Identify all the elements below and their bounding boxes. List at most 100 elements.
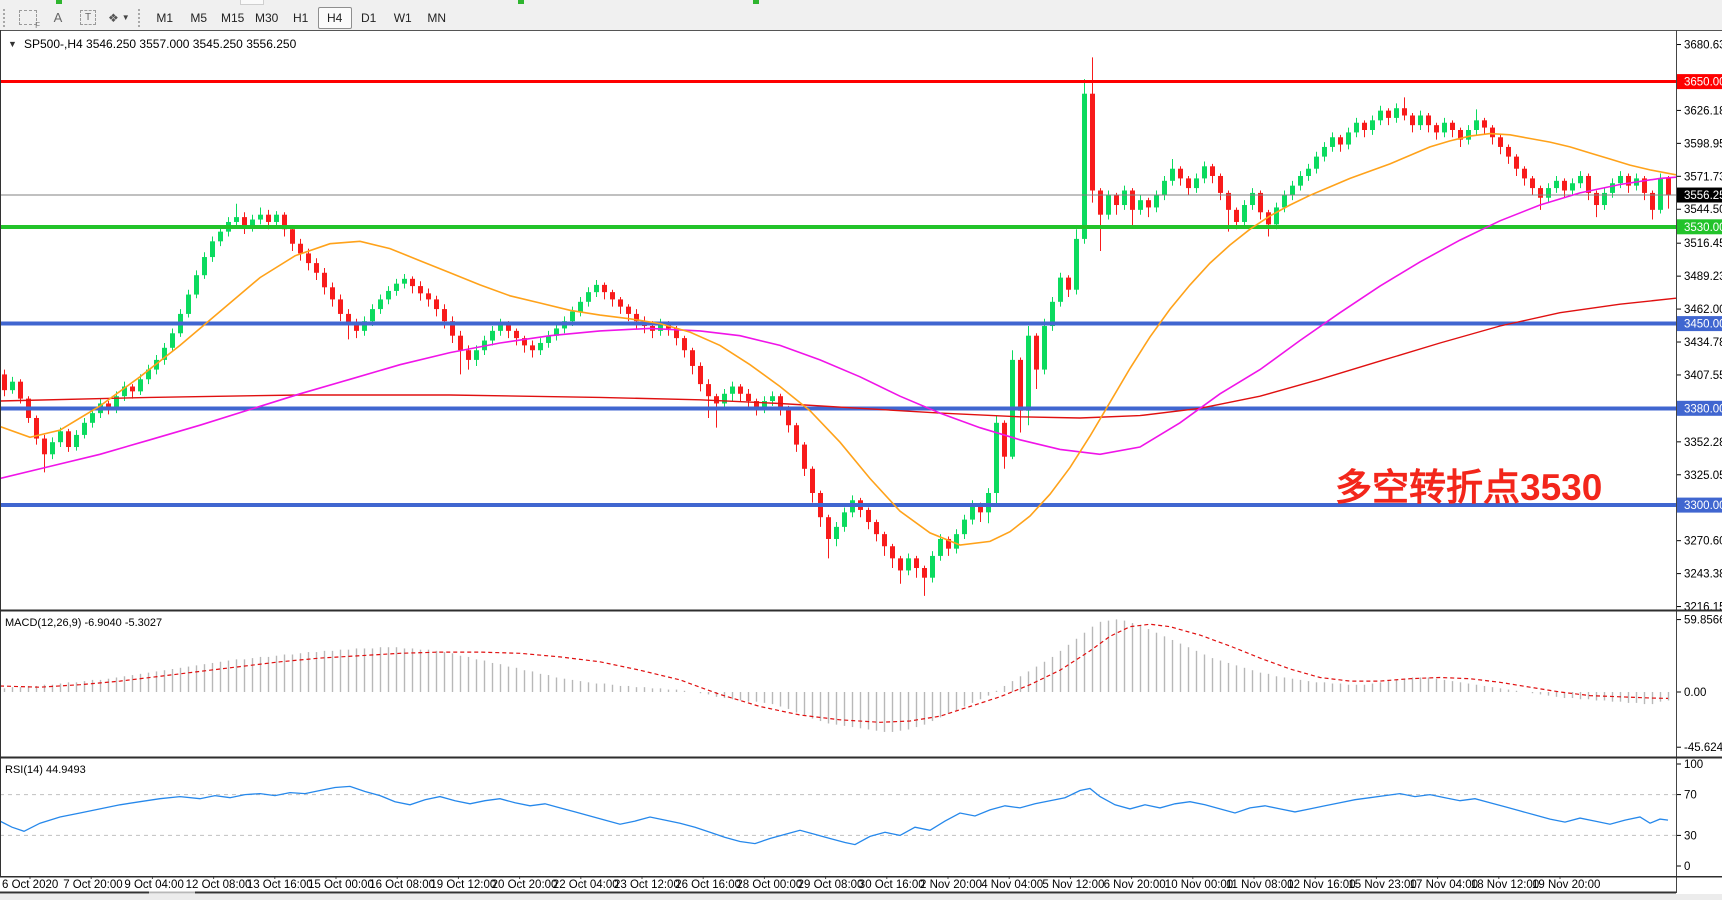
- bull-candle: [1154, 195, 1159, 207]
- bear-candle: [338, 299, 343, 314]
- bear-candle: [1186, 178, 1191, 188]
- bull-candle: [138, 379, 143, 391]
- bull-candle: [1658, 178, 1663, 209]
- bull-candle: [370, 309, 375, 321]
- date-label: 19 Nov 20:00: [1532, 879, 1600, 891]
- price-tick: 3680.630: [1684, 40, 1722, 52]
- tf-button-m1[interactable]: M1: [148, 7, 182, 29]
- bear-candle: [458, 336, 463, 351]
- candles: [2, 57, 1671, 595]
- bear-candle: [874, 522, 879, 534]
- text-tool-button[interactable]: A: [43, 7, 73, 29]
- rsi-pane[interactable]: RSI(14) 44.9493: [0, 764, 1676, 845]
- annotation-text-object[interactable]: 多空转折点3530: [1335, 467, 1602, 508]
- chevron-down-icon[interactable]: ▼: [122, 13, 130, 22]
- bear-candle: [410, 279, 415, 286]
- tf-button-h4-active[interactable]: H4: [318, 7, 352, 29]
- bull-candle: [722, 394, 727, 404]
- date-label: 17 Nov 04:00: [1410, 879, 1478, 891]
- bear-candle: [1434, 125, 1439, 132]
- bear-candle: [698, 366, 703, 384]
- price-tick: 3544.505: [1684, 204, 1722, 216]
- tf-button-m5[interactable]: M5: [182, 7, 216, 29]
- tf-button-h1[interactable]: H1: [284, 7, 318, 29]
- date-label: 9 Oct 04:00: [124, 879, 183, 891]
- price-axis: 3680.6303626.1803598.9553571.7303544.505…: [1676, 40, 1722, 873]
- bear-candle: [1490, 128, 1495, 138]
- bear-candle: [1530, 178, 1535, 188]
- text-label-tool-button[interactable]: T: [73, 7, 103, 29]
- candlestick-chart-svg[interactable]: 多空转折点3530 ▼ SP500-,H4 3546.250 3557.000 35…: [0, 30, 1722, 894]
- date-label: 2 Nov 20:00: [920, 879, 982, 891]
- bear-candle: [290, 229, 295, 244]
- price-tick: 3325.055: [1684, 470, 1722, 482]
- bull-candle: [1610, 183, 1615, 193]
- bull-candle: [770, 396, 775, 401]
- bear-candle: [298, 244, 303, 254]
- bull-candle: [1074, 239, 1079, 290]
- bear-candle: [266, 215, 271, 222]
- bull-candle: [1346, 132, 1351, 144]
- bull-candle: [386, 291, 391, 299]
- arrow-objects-button[interactable]: ❖ ▼: [103, 7, 135, 29]
- bull-candle: [1618, 176, 1623, 183]
- toolbar-grip[interactable]: [138, 9, 143, 27]
- macd-signal-line: [0, 624, 1668, 722]
- date-label: 10 Nov 00:00: [1165, 879, 1233, 891]
- bear-candle: [786, 408, 791, 425]
- bull-candle: [594, 285, 599, 292]
- bull-candle: [1394, 108, 1399, 118]
- collapse-arrow-icon[interactable]: ▼: [8, 39, 17, 49]
- tf-button-w1[interactable]: W1: [386, 7, 420, 29]
- price-tick: 3270.605: [1684, 536, 1722, 548]
- bear-candle: [1666, 178, 1671, 195]
- bull-candle: [834, 527, 839, 539]
- chart-canvas[interactable]: 多空转折点3530 ▼ SP500-,H4 3546.250 3557.000 35…: [0, 30, 1722, 894]
- tf-button-d1[interactable]: D1: [352, 7, 386, 29]
- pane-borders: [0, 30, 1722, 893]
- bull-candle: [1202, 166, 1207, 178]
- bear-candle: [1146, 200, 1151, 207]
- mt4-window: { "toolbar": { "marquee_f": "F", "tool_a…: [0, 0, 1722, 900]
- crosshair-marquee-button[interactable]: F: [13, 7, 43, 29]
- bear-candle: [1386, 111, 1391, 118]
- toolbar-grip[interactable]: [3, 9, 8, 27]
- bear-candle: [738, 387, 743, 394]
- rsi-tick: 0: [1684, 861, 1690, 873]
- price-tick: 3434.780: [1684, 337, 1722, 349]
- text-label-icon: T: [80, 10, 96, 25]
- main-price-pane[interactable]: 多空转折点3530 ▼ SP500-,H4 3546.250 3557.000 35…: [0, 37, 1676, 596]
- date-label: 12 Oct 08:00: [186, 879, 252, 891]
- marquee-icon: F: [19, 10, 37, 25]
- bull-candle: [1306, 169, 1311, 176]
- bull-candle: [1290, 186, 1295, 196]
- bull-candle: [954, 534, 959, 549]
- bear-candle: [1130, 191, 1135, 210]
- date-label: 22 Oct 04:00: [553, 879, 619, 891]
- bear-candle: [466, 350, 471, 360]
- macd-pane[interactable]: MACD(12,26,9) -6.9040 -5.3027: [0, 617, 1669, 732]
- bull-candle: [170, 333, 175, 348]
- bull-candle: [258, 215, 263, 220]
- bull-candle: [842, 512, 847, 527]
- tf-button-m30[interactable]: M30: [250, 7, 284, 29]
- bull-candle: [1122, 191, 1127, 206]
- bull-candle: [90, 413, 95, 423]
- bull-candle: [58, 431, 63, 442]
- bear-candle: [442, 309, 447, 321]
- bull-candle: [578, 302, 583, 312]
- bull-candle: [474, 350, 479, 360]
- bear-candle: [1234, 210, 1239, 222]
- date-label: 6 Nov 20:00: [1104, 879, 1166, 891]
- bear-candle: [810, 469, 815, 493]
- bear-candle: [1362, 123, 1367, 130]
- date-label: 20 Oct 20:00: [492, 879, 558, 891]
- bull-candle: [570, 312, 575, 322]
- bull-candle: [930, 556, 935, 578]
- price-tick: 3243.380: [1684, 569, 1722, 581]
- bear-candle: [2, 374, 7, 390]
- symbol-ohlc-header: SP500-,H4 3546.250 3557.000 3545.250 355…: [24, 37, 297, 51]
- cutoff-icon: [56, 0, 62, 4]
- tf-button-m15[interactable]: M15: [216, 7, 250, 29]
- tf-button-mn[interactable]: MN: [420, 7, 454, 29]
